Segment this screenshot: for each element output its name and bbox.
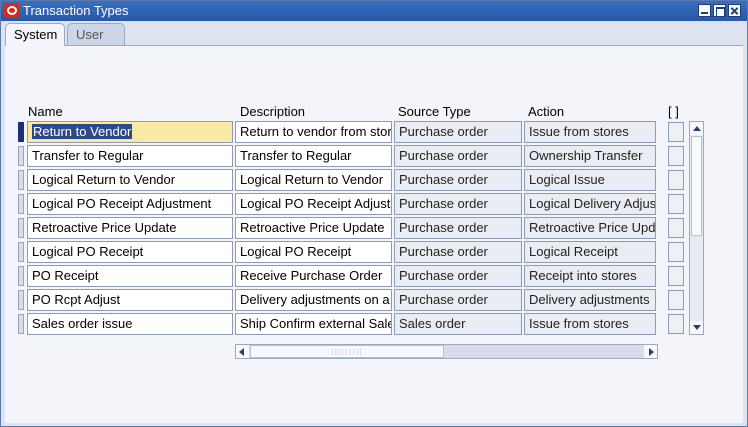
action-field[interactable]: Logical Receipt (524, 241, 656, 263)
tab-user[interactable]: User (67, 23, 125, 45)
description-field[interactable]: Logical Return to Vendor (235, 169, 392, 191)
scroll-right-icon[interactable] (644, 345, 657, 358)
table-row: Retroactive Price Update Retroactive Pri… (18, 217, 688, 239)
name-field[interactable]: Logical PO Receipt Adjustment (27, 193, 233, 215)
action-field[interactable]: Retroactive Price Update (524, 217, 656, 239)
description-field[interactable]: Retroactive Price Update (235, 217, 392, 239)
action-field[interactable]: Logical Delivery Adjustment (524, 193, 656, 215)
horizontal-scrollbar[interactable]: ⁝⁝⁝⁝⁝⁝⁝⁝⁝ (235, 344, 658, 359)
record-indicator[interactable] (18, 242, 24, 262)
descriptive-flex-field[interactable] (668, 266, 684, 286)
header-source-type: Source Type (398, 104, 471, 119)
table-row: Logical Return to Vendor Logical Return … (18, 169, 688, 191)
vertical-scrollbar[interactable] (689, 121, 704, 335)
record-indicator[interactable] (18, 170, 24, 190)
description-field[interactable]: Logical PO Receipt (235, 241, 392, 263)
source-type-field[interactable]: Purchase order (394, 121, 522, 143)
tab-system[interactable]: System (5, 23, 65, 46)
table-row: Logical PO Receipt Adjustment Logical PO… (18, 193, 688, 215)
maximize-icon[interactable] (713, 4, 726, 17)
minimize-icon[interactable] (698, 4, 711, 17)
grip-icon: ⁝⁝⁝⁝⁝⁝⁝⁝⁝ (331, 348, 363, 357)
horizontal-scroll-thumb[interactable]: ⁝⁝⁝⁝⁝⁝⁝⁝⁝ (250, 345, 444, 358)
table-row: Return to Vendor Return to vendor from s… (18, 121, 688, 143)
header-flag: [ ] (668, 104, 679, 119)
description-field[interactable]: Return to vendor from stores (235, 121, 392, 143)
oracle-icon (4, 3, 20, 18)
record-indicator[interactable] (18, 218, 24, 238)
descriptive-flex-field[interactable] (668, 194, 684, 214)
name-field[interactable]: PO Rcpt Adjust (27, 289, 233, 311)
name-field[interactable]: Retroactive Price Update (27, 217, 233, 239)
record-indicator[interactable] (18, 146, 24, 166)
action-field[interactable]: Logical Issue (524, 169, 656, 191)
source-type-field[interactable]: Purchase order (394, 265, 522, 287)
source-type-field[interactable]: Purchase order (394, 169, 522, 191)
record-indicator[interactable] (18, 266, 24, 286)
action-field[interactable]: Issue from stores (524, 313, 656, 335)
source-type-field[interactable]: Purchase order (394, 145, 522, 167)
header-action: Action (528, 104, 565, 119)
action-field[interactable]: Receipt into stores (524, 265, 656, 287)
description-field[interactable]: Receive Purchase Order (235, 265, 392, 287)
name-field[interactable]: Transfer to Regular (27, 145, 233, 167)
name-field[interactable]: Logical Return to Vendor (27, 169, 233, 191)
title-bar[interactable]: Transaction Types (1, 1, 747, 21)
source-type-field[interactable]: Purchase order (394, 193, 522, 215)
scroll-left-icon[interactable] (236, 345, 249, 358)
table-row: PO Receipt Receive Purchase Order Purcha… (18, 265, 688, 287)
header-description: Description (240, 104, 306, 119)
descriptive-flex-field[interactable] (668, 122, 684, 142)
record-indicator[interactable] (18, 314, 24, 334)
close-icon[interactable] (728, 4, 741, 17)
descriptive-flex-field[interactable] (668, 146, 684, 166)
source-type-field[interactable]: Purchase order (394, 241, 522, 263)
action-field[interactable]: Delivery adjustments (524, 289, 656, 311)
window-title: Transaction Types (23, 3, 129, 18)
description-field[interactable]: Logical PO Receipt Adjustment (235, 193, 392, 215)
name-field[interactable]: PO Receipt (27, 265, 233, 287)
vertical-scroll-thumb[interactable] (691, 136, 702, 236)
name-field[interactable]: Logical PO Receipt (27, 241, 233, 263)
source-type-field[interactable]: Sales order (394, 313, 522, 335)
descriptive-flex-field[interactable] (668, 170, 684, 190)
action-field[interactable]: Ownership Transfer (524, 145, 656, 167)
scroll-up-icon[interactable] (690, 122, 703, 135)
transaction-types-window: Transaction Types System User Name Descr… (0, 0, 748, 427)
record-indicator[interactable] (18, 194, 24, 214)
header-name: Name (28, 104, 63, 119)
descriptive-flex-field[interactable] (668, 290, 684, 310)
name-field[interactable]: Return to Vendor (27, 121, 233, 143)
table-row: PO Rcpt Adjust Delivery adjustments on a… (18, 289, 688, 311)
descriptive-flex-field[interactable] (668, 314, 684, 334)
source-type-field[interactable]: Purchase order (394, 217, 522, 239)
record-indicator[interactable] (18, 122, 24, 142)
descriptive-flex-field[interactable] (668, 218, 684, 238)
table-row: Logical PO Receipt Logical PO Receipt Pu… (18, 241, 688, 263)
source-type-field[interactable]: Purchase order (394, 289, 522, 311)
descriptive-flex-field[interactable] (668, 242, 684, 262)
action-field[interactable]: Issue from stores (524, 121, 656, 143)
description-field[interactable]: Ship Confirm external Sales Order (235, 313, 392, 335)
description-field[interactable]: Delivery adjustments on a PO (235, 289, 392, 311)
record-indicator[interactable] (18, 290, 24, 310)
name-field[interactable]: Sales order issue (27, 313, 233, 335)
scroll-down-icon[interactable] (690, 321, 703, 334)
table-row: Transfer to Regular Transfer to Regular … (18, 145, 688, 167)
table-row: Sales order issue Ship Confirm external … (18, 313, 688, 335)
description-field[interactable]: Transfer to Regular (235, 145, 392, 167)
